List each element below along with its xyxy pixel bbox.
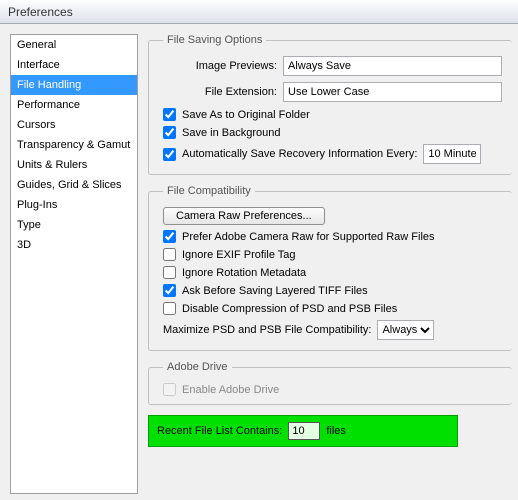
autosave-interval-field[interactable] <box>423 144 481 164</box>
recent-file-count-field[interactable] <box>288 422 320 440</box>
window-titlebar: Preferences <box>0 0 518 24</box>
sidebar-item-type[interactable]: Type <box>11 215 137 235</box>
ignore-rotation-label: Ignore Rotation Metadata <box>182 267 306 279</box>
file-compatibility-group: File Compatibility Camera Raw Preference… <box>148 185 512 351</box>
recent-file-list-suffix: files <box>326 425 346 437</box>
preferences-dialog: General Interface File Handling Performa… <box>0 24 518 500</box>
image-previews-field[interactable] <box>283 56 502 76</box>
autosave-label: Automatically Save Recovery Information … <box>182 148 417 160</box>
main-panel: File Saving Options Image Previews: File… <box>148 34 512 494</box>
sidebar-item-transparency-gamut[interactable]: Transparency & Gamut <box>11 135 137 155</box>
file-extension-label: File Extension: <box>163 86 283 98</box>
prefer-acr-label: Prefer Adobe Camera Raw for Supported Ra… <box>182 231 435 243</box>
ignore-rotation-checkbox[interactable] <box>163 266 176 279</box>
sidebar-item-3d[interactable]: 3D <box>11 235 137 255</box>
sidebar-item-plugins[interactable]: Plug-Ins <box>11 195 137 215</box>
save-as-original-folder-checkbox[interactable] <box>163 108 176 121</box>
window-title: Preferences <box>8 5 73 19</box>
save-in-background-checkbox[interactable] <box>163 126 176 139</box>
sidebar-item-guides-grid-slices[interactable]: Guides, Grid & Slices <box>11 175 137 195</box>
adobe-drive-legend: Adobe Drive <box>163 361 232 373</box>
enable-adobe-drive-label: Enable Adobe Drive <box>182 384 279 396</box>
file-compatibility-legend: File Compatibility <box>163 185 255 197</box>
recent-file-list-label: Recent File List Contains: <box>157 425 282 437</box>
sidebar-item-units-rulers[interactable]: Units & Rulers <box>11 155 137 175</box>
save-in-background-label: Save in Background <box>182 127 280 139</box>
ask-tiff-checkbox[interactable] <box>163 284 176 297</box>
adobe-drive-group: Adobe Drive Enable Adobe Drive <box>148 361 512 405</box>
category-sidebar: General Interface File Handling Performa… <box>10 34 138 494</box>
prefer-acr-checkbox[interactable] <box>163 230 176 243</box>
maximize-compat-select[interactable]: Always <box>377 320 434 340</box>
sidebar-item-general[interactable]: General <box>11 35 137 55</box>
autosave-checkbox[interactable] <box>163 148 176 161</box>
file-extension-field[interactable] <box>283 82 502 102</box>
disable-psd-compression-label: Disable Compression of PSD and PSB Files <box>182 303 397 315</box>
sidebar-item-interface[interactable]: Interface <box>11 55 137 75</box>
sidebar-item-file-handling[interactable]: File Handling <box>11 75 137 95</box>
sidebar-item-performance[interactable]: Performance <box>11 95 137 115</box>
image-previews-label: Image Previews: <box>163 60 283 72</box>
save-as-original-folder-label: Save As to Original Folder <box>182 109 310 121</box>
file-saving-options-group: File Saving Options Image Previews: File… <box>148 34 512 175</box>
camera-raw-preferences-button[interactable]: Camera Raw Preferences... <box>163 207 325 225</box>
file-saving-options-legend: File Saving Options <box>163 34 266 46</box>
ask-tiff-label: Ask Before Saving Layered TIFF Files <box>182 285 368 297</box>
ignore-exif-label: Ignore EXIF Profile Tag <box>182 249 296 261</box>
sidebar-item-cursors[interactable]: Cursors <box>11 115 137 135</box>
recent-file-list-highlight: Recent File List Contains: files <box>148 415 458 447</box>
maximize-compat-label: Maximize PSD and PSB File Compatibility: <box>163 324 371 336</box>
disable-psd-compression-checkbox[interactable] <box>163 302 176 315</box>
ignore-exif-checkbox[interactable] <box>163 248 176 261</box>
enable-adobe-drive-checkbox <box>163 383 176 396</box>
